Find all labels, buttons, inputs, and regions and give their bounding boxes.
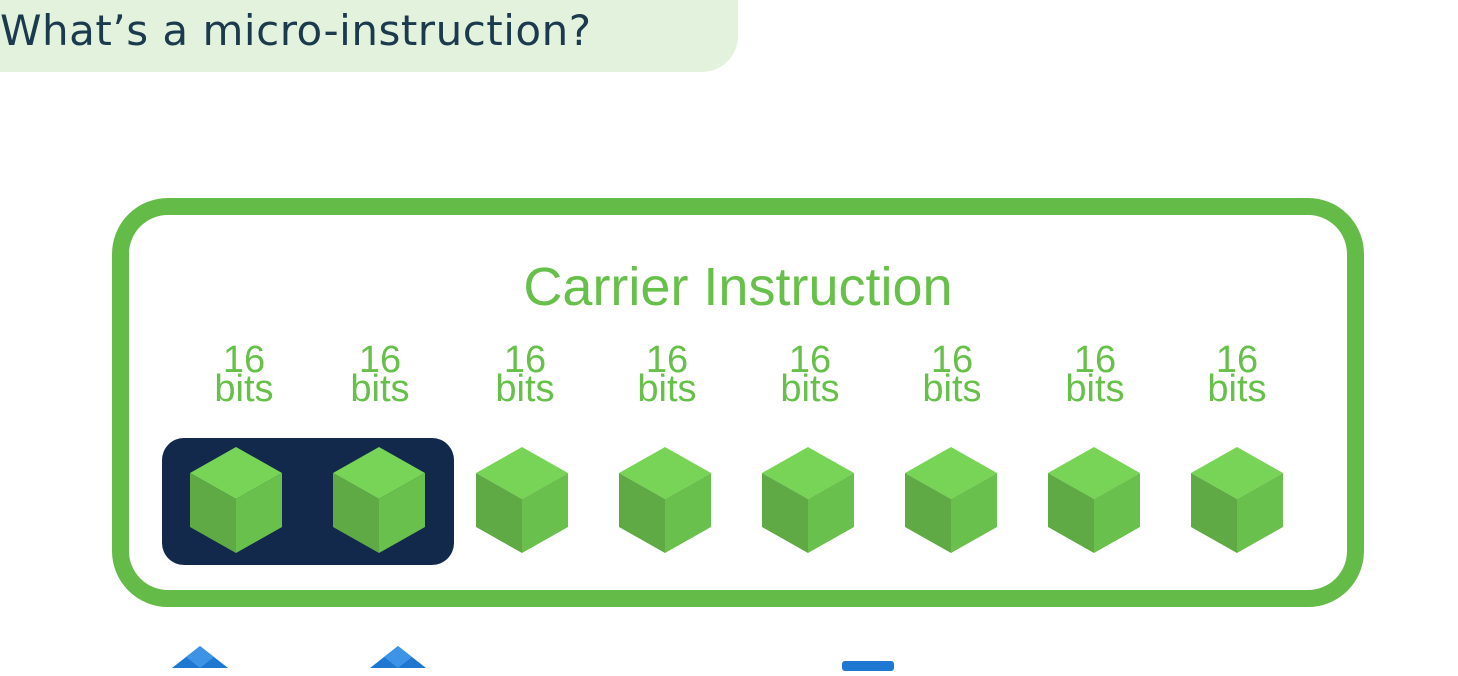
blue-diamond-icon xyxy=(370,646,426,673)
carrier-instruction-label: Carrier Instruction xyxy=(523,257,953,317)
bits-label: 16 bits xyxy=(1182,341,1292,410)
cube-icon xyxy=(905,447,997,553)
bits-unit: bits xyxy=(1065,368,1125,410)
bits-unit: bits xyxy=(214,368,274,410)
page-title: What’s a micro-instruction? xyxy=(0,6,592,55)
blue-square-icon xyxy=(842,658,894,676)
bits-label: 16 bits xyxy=(325,341,435,410)
bits-unit: bits xyxy=(1207,368,1267,410)
cube-icon xyxy=(619,447,711,553)
bits-unit: bits xyxy=(495,368,555,410)
cube-icon xyxy=(476,447,568,553)
bits-unit: bits xyxy=(780,368,840,410)
blue-diamond-icon xyxy=(172,646,228,673)
cube-icon xyxy=(762,447,854,553)
bits-label: 16 bits xyxy=(897,341,1007,410)
bits-label: 16 bits xyxy=(755,341,865,410)
bits-unit: bits xyxy=(350,368,410,410)
cube-icon xyxy=(333,447,425,553)
bits-label: 16 bits xyxy=(189,341,299,410)
bits-unit: bits xyxy=(922,368,982,410)
cube-icon xyxy=(1048,447,1140,553)
bits-unit: bits xyxy=(637,368,697,410)
bits-label: 16 bits xyxy=(470,341,580,410)
bits-label: 16 bits xyxy=(1040,341,1150,410)
bits-label: 16 bits xyxy=(612,341,722,410)
cube-icon xyxy=(190,447,282,553)
cube-icon xyxy=(1191,447,1283,553)
